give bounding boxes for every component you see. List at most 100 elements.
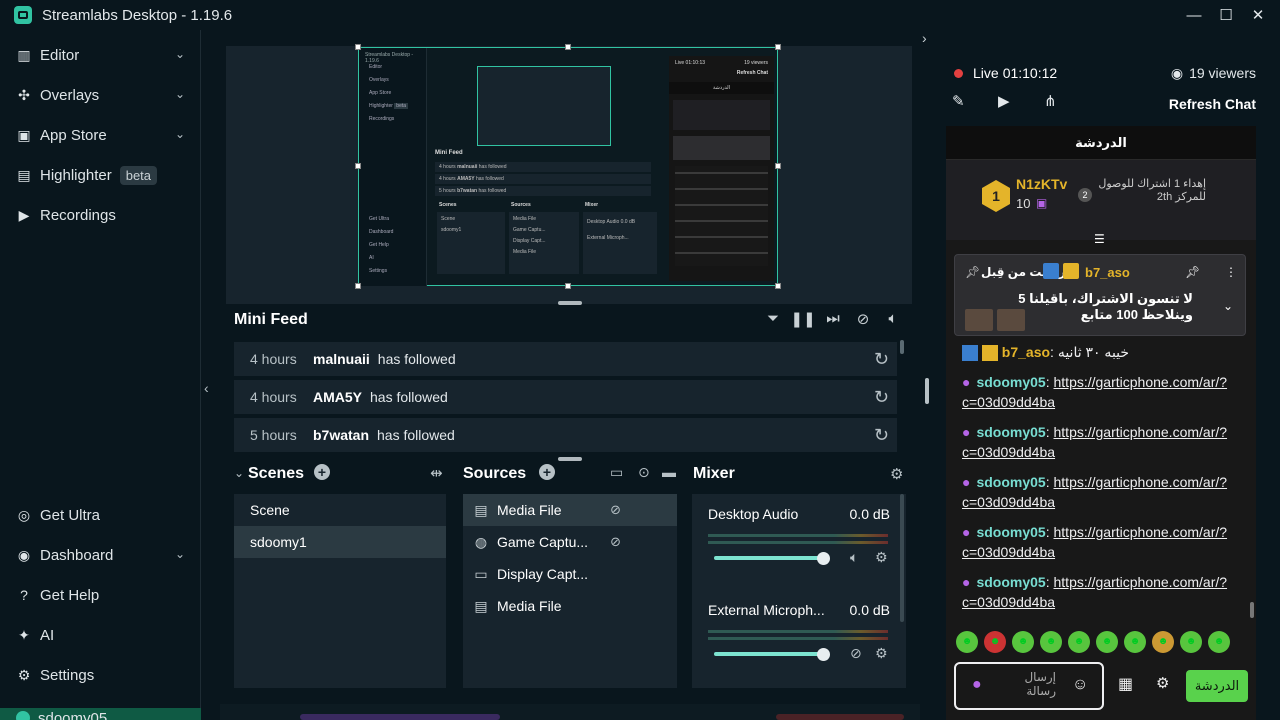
add-folder-icon[interactable]: ▬ [662,464,676,480]
emote-icon[interactable]: ☻ [984,631,1006,653]
resize-handle[interactable] [355,283,361,289]
collapse-chevron-icon[interactable]: ⌄ [234,466,244,480]
pause-icon[interactable]: ❚❚ [788,310,818,328]
gear-icon[interactable]: ⚙ [890,465,903,483]
volume-slider[interactable] [714,652,824,656]
camera-icon[interactable]: ▶ [998,92,1044,110]
skip-icon[interactable]: ⏭ [818,310,848,328]
sidebar-item-editor[interactable]: ▥ Editor ⌄ [0,35,201,75]
scene-item[interactable]: Scene [234,494,446,526]
more-options-icon[interactable]: ⋮ [1225,265,1237,279]
scene-transition-icon[interactable]: ⊙ [638,464,650,481]
gear-icon[interactable]: ⚙ [875,645,888,662]
replay-icon[interactable]: ↻ [874,349,889,370]
emote-icon[interactable]: ☻ [1152,631,1174,653]
resize-drag-handle[interactable] [558,301,582,305]
resize-handle[interactable] [565,283,571,289]
visibility-off-icon[interactable]: ⊘ [610,502,621,518]
chat-username[interactable]: b7_aso [1002,344,1050,360]
gear-icon[interactable]: ⚙ [1156,674,1169,692]
volume-icon[interactable]: 🔈︎ [850,549,858,566]
volume-slider-knob[interactable] [817,648,830,661]
sidebar-user[interactable]: sdoomy05 [0,708,201,720]
studio-mode-icon[interactable]: ▭ [610,464,623,481]
collapse-sidebar-icon[interactable]: ‹ [204,380,209,396]
scene-item-selected[interactable]: sdoomy1 [234,526,446,558]
emote-icon[interactable]: ☻ [1124,631,1146,653]
chat-username[interactable]: sdoomy05 [976,574,1045,590]
replay-icon[interactable]: ↻ [874,387,889,408]
resize-divider[interactable] [925,378,929,404]
collapse-leaderboard-icon[interactable]: ☰ [1094,232,1105,246]
chat-input[interactable]: ● إرسال رسالة ☺ [954,662,1104,710]
source-item[interactable]: ▭ Display Capt... [463,558,677,590]
add-scene-icon[interactable]: + [314,464,330,480]
emote-icon[interactable]: ☻ [1012,631,1034,653]
send-chat-button[interactable]: الدردشة [1186,670,1248,702]
resize-handle[interactable] [775,163,781,169]
maximize-button[interactable]: ☐ [1210,0,1242,30]
sidebar-item-app-store[interactable]: ▣ App Store ⌄ [0,115,201,155]
collapse-chat-icon[interactable]: › [922,30,940,50]
resize-handle[interactable] [775,44,781,50]
chat-username[interactable]: sdoomy05 [976,524,1045,540]
sidebar-item-settings[interactable]: ⚙ Settings [0,655,201,695]
resize-drag-handle[interactable] [558,457,582,461]
sidebar-item-get-help[interactable]: ? Get Help [0,575,201,615]
emote-icon[interactable]: ☻ [1068,631,1090,653]
filter-icon[interactable]: ⏷ [758,310,788,328]
pin-icon[interactable]: 📌︎ [1185,265,1200,279]
source-item[interactable]: ▤ Media File [463,590,677,622]
preview-source[interactable]: Streamlabs Desktop - 1.19.6 Editor Overl… [358,47,778,286]
sidebar-item-recordings[interactable]: ▶ Recordings [0,195,201,235]
scene-transition-icon[interactable]: ⇹ [430,464,443,482]
mixer-scrollbar[interactable] [900,494,904,622]
gift-user[interactable]: N1zKTv [1016,176,1067,192]
minimize-button[interactable]: — [1178,0,1210,30]
preview-canvas[interactable]: Streamlabs Desktop - 1.19.6 Editor Overl… [226,44,912,304]
mini-feed-scrollbar[interactable] [900,340,904,354]
replay-icon[interactable]: ↻ [874,425,889,446]
chat-tab[interactable]: الدردشة [946,126,1256,160]
emote-icon[interactable]: ☻ [956,631,978,653]
mute-alerts-icon[interactable]: ⊘ [848,310,878,328]
resize-handle[interactable] [355,44,361,50]
sidebar-item-highlighter[interactable]: ▤ Highlighter beta [0,155,201,195]
sidebar-item-ai[interactable]: ✦ AI [0,615,201,655]
sidebar-item-dashboard[interactable]: ◉ Dashboard ⌄ [0,535,201,575]
resize-handle[interactable] [565,44,571,50]
emote-icon[interactable]: ☻ [1096,631,1118,653]
close-button[interactable]: ✕ [1242,0,1274,30]
source-item-selected[interactable]: ▤ Media File ⊘ [463,494,677,526]
chat-username[interactable]: sdoomy05 [976,424,1045,440]
gift-icon[interactable]: ▦ [1118,674,1133,694]
preview-mini-nav: Settings [369,268,388,274]
chat-scrollbar[interactable] [1250,602,1254,618]
mixer-title: Mixer [693,465,735,482]
emote-icon[interactable]: ☻ [1208,631,1230,653]
refresh-chat-button[interactable]: Refresh Chat [1169,96,1256,112]
gear-icon[interactable]: ⚙ [875,549,888,566]
volume-icon[interactable]: 🔈︎ [878,310,908,328]
pinned-user[interactable]: b7_aso [1085,265,1130,280]
volume-slider-knob[interactable] [817,552,830,565]
sidebar-item-get-ultra[interactable]: ◎ Get Ultra [0,495,201,535]
chat-username[interactable]: sdoomy05 [976,374,1045,390]
chat-username[interactable]: sdoomy05 [976,474,1045,490]
footer-control[interactable] [776,714,904,720]
sidebar-item-overlays[interactable]: ✣ Overlays ⌄ [0,75,201,115]
resize-handle[interactable] [355,163,361,169]
source-item[interactable]: ◍ Game Captu... ⊘ [463,526,677,558]
emoji-picker-icon[interactable]: ☺ [1072,676,1088,694]
footer-control[interactable] [300,714,500,720]
mic-muted-icon[interactable]: ⊘ [850,645,862,662]
chevron-down-icon[interactable]: ⌄ [1223,299,1233,313]
edit-stream-icon[interactable]: ✎ [952,92,998,110]
emote-icon[interactable]: ☻ [1180,631,1202,653]
share-icon[interactable]: ⋔ [1044,92,1090,110]
visibility-off-icon[interactable]: ⊘ [610,534,621,550]
emote-icon[interactable]: ☻ [1040,631,1062,653]
resize-handle[interactable] [775,283,781,289]
add-source-icon[interactable]: + [539,464,555,480]
volume-slider[interactable] [714,556,824,560]
